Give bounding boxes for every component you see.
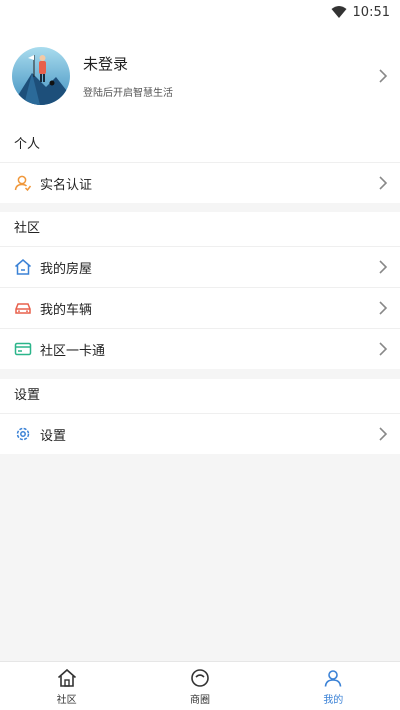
section-title-personal: 个人 (14, 137, 41, 152)
row-label: 社区一卡通 (40, 343, 106, 359)
community-section: 社区 我的房屋 我的车辆 社区一卡通 (0, 212, 400, 369)
row-community-card[interactable]: 社区一卡通 (0, 328, 400, 369)
status-time: 10:51 (352, 4, 390, 20)
user-verify-icon (14, 175, 32, 192)
avatar (12, 47, 70, 105)
row-my-house[interactable]: 我的房屋 (0, 246, 400, 287)
status-bar: 10:51 (0, 0, 400, 24)
tab-community[interactable]: 社区 (0, 662, 133, 710)
house-icon (15, 259, 31, 275)
personal-section: 个人 实名认证 (0, 128, 400, 203)
tab-label: 社区 (56, 694, 77, 706)
section-title-community: 社区 (14, 221, 41, 236)
tab-label: 商圈 (189, 694, 210, 706)
tab-label: 我的 (323, 694, 344, 706)
user-icon (325, 669, 342, 687)
car-icon (15, 303, 31, 314)
chevron-right-icon (379, 301, 388, 315)
row-label: 设置 (40, 428, 67, 444)
tab-mine[interactable]: 我的 (267, 662, 400, 710)
chevron-right-icon (379, 176, 388, 190)
section-title-settings: 设置 (14, 388, 41, 403)
row-settings[interactable]: 设置 (0, 413, 400, 454)
tab-business[interactable]: 商圈 (133, 662, 266, 710)
row-label: 实名认证 (40, 177, 93, 193)
wifi-icon (331, 6, 347, 18)
row-my-vehicle[interactable]: 我的车辆 (0, 287, 400, 328)
bottom-tab-bar: 社区 商圈 我的 (0, 661, 400, 710)
chevron-right-icon (379, 69, 388, 83)
row-real-name-verification[interactable]: 实名认证 (0, 162, 400, 203)
card-icon (14, 342, 32, 356)
login-status: 未登录 (83, 55, 129, 73)
chevron-right-icon (379, 342, 388, 356)
row-label: 我的车辆 (40, 302, 93, 318)
chevron-right-icon (379, 260, 388, 274)
row-label: 我的房屋 (40, 261, 93, 277)
shop-icon (191, 668, 209, 687)
chevron-right-icon (379, 427, 388, 441)
profile-header[interactable]: 未登录 登陆后开启智慧生活 (0, 24, 400, 128)
house-icon (57, 668, 76, 687)
gear-icon (16, 427, 30, 441)
settings-section: 设置 设置 (0, 379, 400, 454)
login-hint: 登陆后开启智慧生活 (83, 88, 173, 99)
